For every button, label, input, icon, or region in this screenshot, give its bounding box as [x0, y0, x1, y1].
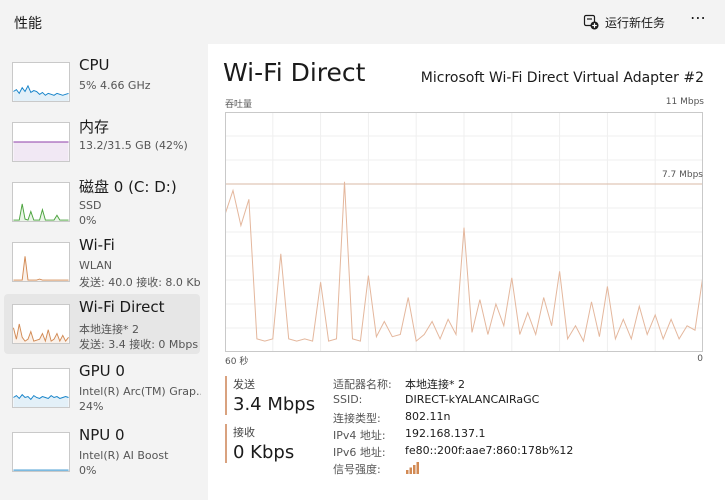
run-new-task-button[interactable]: 运行新任务 [583, 12, 665, 32]
new-task-icon [583, 14, 599, 30]
property-key: 信号强度: [333, 463, 381, 476]
memory-thumbnail-graph [12, 122, 70, 162]
property-row: 连接类型: 802.11n [333, 410, 573, 427]
more-options-button[interactable]: ⋯ [690, 8, 707, 27]
property-key: IPv6 地址: [333, 446, 386, 459]
time-axis-left-label: 60 秒 [225, 357, 249, 367]
properties-list: 适配器名称: 本地连接* 2 SSID: DIRECT-kYALANCAIRaG… [333, 376, 573, 478]
receive-label: 接收 [233, 426, 255, 439]
property-value: fe80::200f:aae7:860:178b%12 [405, 444, 574, 457]
sidebar-item-wifi[interactable]: Wi-Fi WLAN 发送: 40.0 接收: 8.0 Kb [4, 232, 201, 292]
sidebar-item-name: 内存 [79, 118, 110, 136]
property-value: DIRECT-kYALANCAIRaGC [405, 393, 540, 406]
sidebar-item-detail: WLAN [79, 259, 113, 272]
time-axis-right-label: 0 [697, 354, 703, 364]
signal-strength-value [405, 461, 421, 478]
send-stat: 发送 3.4 Mbps [225, 376, 315, 415]
property-value: 192.168.137.1 [405, 427, 486, 440]
property-row: IPv6 地址: fe80::200f:aae7:860:178b%12 [333, 444, 573, 461]
property-value: 802.11n [405, 410, 451, 423]
sidebar-item-detail: SSD [79, 199, 102, 212]
thumbnail-area [13, 394, 69, 407]
sidebar-item-cpu[interactable]: CPU 5% 4.66 GHz [4, 52, 200, 112]
sidebar-item-detail-2: 发送: 40.0 接收: 8.0 Kb [79, 276, 201, 289]
sidebar-item-detail: 13.2/31.5 GB (42%) [79, 139, 188, 152]
sidebar-item-name: Wi-Fi [79, 236, 115, 254]
thumbnail-area [13, 142, 69, 161]
sidebar-item-name: NPU 0 [79, 426, 125, 444]
property-key: IPv4 地址: [333, 429, 386, 442]
main-panel: Wi-Fi Direct Microsoft Wi-Fi Direct Virt… [208, 44, 725, 500]
property-row: 信号强度: [333, 461, 573, 478]
device-title: Wi-Fi Direct [223, 58, 366, 87]
property-row: IPv4 地址: 192.168.137.1 [333, 427, 573, 444]
sidebar-item-disk[interactable]: 磁盘 0 (C: D:) SSD 0% [4, 172, 200, 232]
sidebar-item-detail-2: 24% [79, 400, 104, 413]
property-key: 适配器名称: [333, 378, 392, 391]
sidebar-item-name: CPU [79, 56, 110, 74]
property-key: SSID: [333, 393, 363, 406]
thumbnail-line [13, 256, 69, 281]
throughput-label: 吞吐量 [225, 100, 253, 110]
send-value: 3.4 Mbps [233, 394, 316, 415]
wifi-direct-thumbnail-graph [12, 304, 70, 344]
property-key: 连接类型: [333, 412, 381, 425]
property-row: 适配器名称: 本地连接* 2 [333, 376, 573, 393]
sidebar-item-detail-2: 0% [79, 214, 97, 227]
sidebar-item-detail-2: 发送: 3.4 接收: 0 Mbps [79, 338, 199, 351]
sidebar-item-wifi-direct[interactable]: Wi-Fi Direct 本地连接* 2 发送: 3.4 接收: 0 Mbps [4, 294, 200, 354]
sidebar-item-detail: 本地连接* 2 [79, 323, 139, 336]
run-new-task-label: 运行新任务 [605, 15, 666, 30]
adapter-name: Microsoft Wi-Fi Direct Virtual Adapter #… [420, 70, 704, 86]
property-row: SSID: DIRECT-kYALANCAIRaGC [333, 393, 573, 410]
sidebar-item-detail-2: 0% [79, 464, 97, 477]
page-title: 性能 [14, 16, 42, 32]
cpu-thumbnail-graph [12, 62, 70, 102]
sidebar-item-detail: Intel(R) AI Boost [79, 449, 169, 462]
sidebar-item-memory[interactable]: 内存 13.2/31.5 GB (42%) [4, 112, 200, 172]
wifi-thumbnail-graph [12, 242, 70, 282]
thumbnail-area [13, 256, 69, 281]
npu-thumbnail-graph [12, 432, 70, 472]
sidebar-item-name: Wi-Fi Direct [79, 298, 165, 316]
sidebar-item-detail: 5% 4.66 GHz [79, 79, 151, 92]
sidebar-item-gpu[interactable]: GPU 0 Intel(R) Arc(TM) Grap... 24% [4, 358, 201, 418]
sidebar-item-name: GPU 0 [79, 362, 125, 380]
disk-thumbnail-graph [12, 182, 70, 222]
property-value: 本地连接* 2 [405, 378, 465, 391]
receive-stat: 接收 0 Kbps [225, 424, 294, 463]
reference-line-label: 7.7 Mbps [661, 170, 703, 180]
header: 性能 运行新任务 ⋯ [0, 0, 725, 44]
gpu-thumbnail-graph [12, 368, 70, 408]
sidebar-item-detail: Intel(R) Arc(TM) Grap... [79, 385, 201, 398]
signal-strength-icon [406, 462, 419, 474]
sidebar-item-name: 磁盘 0 (C: D:) [79, 178, 177, 196]
sidebar-item-npu[interactable]: NPU 0 Intel(R) AI Boost 0% [4, 422, 200, 482]
throughput-graph [225, 112, 703, 352]
receive-value: 0 Kbps [233, 442, 295, 463]
sidebar: CPU 5% 4.66 GHz 内存 13.2/31.5 GB (42%) 磁盘… [0, 52, 208, 500]
send-label: 发送 [233, 378, 255, 391]
max-throughput-label: 11 Mbps [665, 97, 704, 107]
